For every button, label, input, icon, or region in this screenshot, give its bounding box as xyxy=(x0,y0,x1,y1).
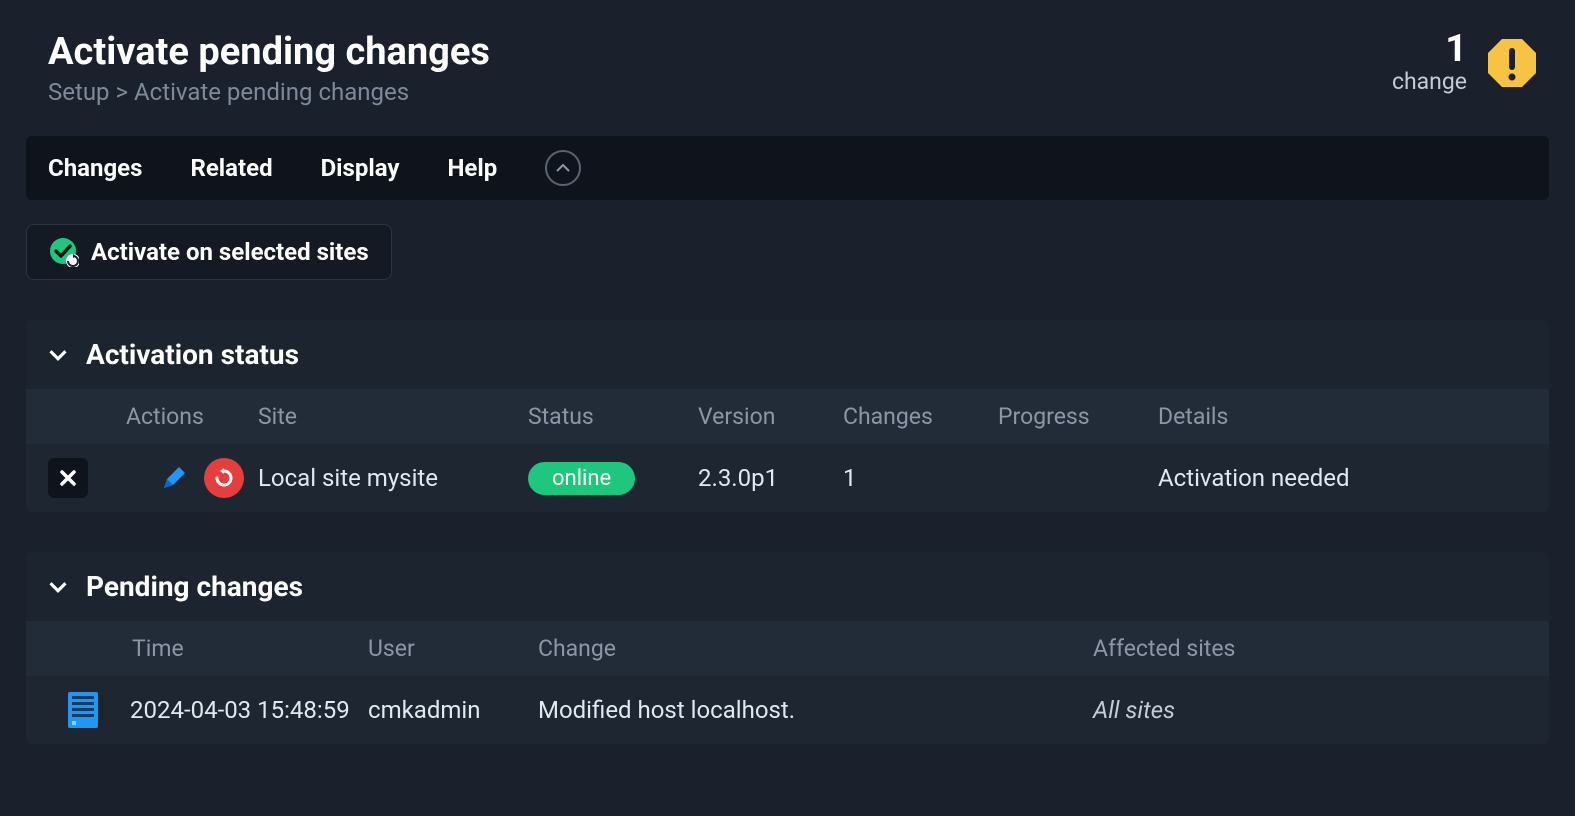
activate-icon xyxy=(49,237,79,267)
pending-changes-header[interactable]: Pending changes xyxy=(26,552,1549,621)
remove-button[interactable] xyxy=(48,458,88,498)
breadcrumb[interactable]: Setup > Activate pending changes xyxy=(48,78,490,106)
status-badge: online xyxy=(528,462,635,495)
time-cell: 2024-04-03 15:48:59 xyxy=(130,696,350,724)
restart-button[interactable] xyxy=(204,458,244,498)
page-title: Activate pending changes xyxy=(48,30,490,74)
close-icon xyxy=(59,469,77,487)
version-cell: 2.3.0p1 xyxy=(698,464,843,492)
activation-status-section: Activation status Actions Site Status Ve… xyxy=(26,320,1549,512)
activation-status-header[interactable]: Activation status xyxy=(26,320,1549,389)
page-header: Activate pending changes Setup > Activat… xyxy=(26,30,1549,106)
chevron-down-icon xyxy=(48,577,68,597)
changes-cell: 1 xyxy=(843,464,998,492)
activation-table-row: Local site mysite online 2.3.0p1 1 Activ… xyxy=(26,444,1549,512)
menu-related[interactable]: Related xyxy=(190,154,272,182)
pending-changes-section: Pending changes Time User Change Affecte… xyxy=(26,552,1549,744)
menu-changes[interactable]: Changes xyxy=(48,154,142,182)
chevron-up-icon[interactable] xyxy=(545,150,581,186)
activate-button-label: Activate on selected sites xyxy=(91,238,369,266)
pencil-icon xyxy=(159,463,189,493)
user-cell: cmkadmin xyxy=(368,696,538,724)
menubar: Changes Related Display Help xyxy=(26,136,1549,200)
warning-icon[interactable] xyxy=(1485,36,1539,90)
edit-button[interactable] xyxy=(154,458,194,498)
chevron-down-icon xyxy=(48,345,68,365)
activate-on-selected-sites-button[interactable]: Activate on selected sites xyxy=(26,224,392,280)
pending-change-count: 1 change xyxy=(1392,30,1467,95)
pending-table-row: 2024-04-03 15:48:59 cmkadmin Modified ho… xyxy=(26,676,1549,744)
change-cell: Modified host localhost. xyxy=(538,696,1093,724)
activation-table-header: Actions Site Status Version Changes Prog… xyxy=(26,389,1549,444)
pending-table-header: Time User Change Affected sites xyxy=(26,621,1549,676)
restart-icon xyxy=(213,467,235,489)
host-icon xyxy=(66,690,100,730)
status-cell: online xyxy=(528,462,698,495)
menu-help[interactable]: Help xyxy=(447,154,497,182)
menu-display[interactable]: Display xyxy=(321,154,400,182)
affected-sites-cell: All sites xyxy=(1093,696,1527,724)
details-cell: Activation needed xyxy=(1158,464,1527,492)
site-cell: Local site mysite xyxy=(258,464,528,492)
